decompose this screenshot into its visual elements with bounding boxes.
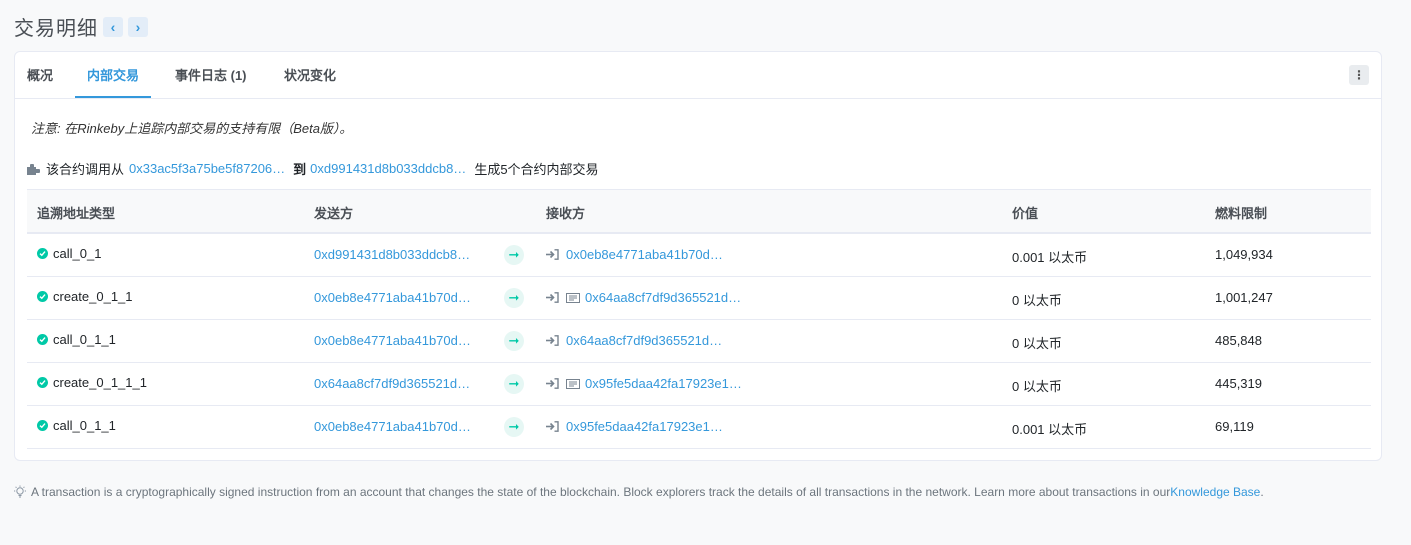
lightbulb-icon <box>14 485 26 498</box>
tab-event-logs[interactable]: 事件日志 (1) <box>175 65 247 97</box>
summary-from-link[interactable]: 0x33ac5f3a75be5f87206… <box>129 161 285 176</box>
value-cell: 0 以太币 <box>1012 293 1062 308</box>
footer-text: A transaction is a cryptographically sig… <box>31 485 1171 499</box>
from-address-link[interactable]: 0x64aa8cf7df9d365521d… <box>314 376 470 391</box>
to-cell: 0x64aa8cf7df9d365521d… <box>546 290 741 305</box>
from-address-link[interactable]: 0x0eb8e4771aba41b70d… <box>314 419 471 434</box>
puzzle-icon <box>27 163 40 175</box>
from-address-link[interactable]: 0x0eb8e4771aba41b70d… <box>314 333 471 348</box>
gas-limit-cell: 1,001,247 <box>1215 290 1273 305</box>
table-row: create_0_1_1_1 0x64aa8cf7df9d365521d… ➞ … <box>27 363 1371 406</box>
to-cell: 0x64aa8cf7df9d365521d… <box>546 333 722 348</box>
check-circle-icon <box>37 291 48 302</box>
summary-suffix: 生成5个合约内部交易 <box>474 162 599 177</box>
to-cell: 0x95fe5daa42fa17923e1… <box>546 419 723 434</box>
knowledge-base-link[interactable]: Knowledge Base <box>1170 485 1260 499</box>
header-from: 发送方 <box>314 206 354 221</box>
tab-bar: 概况 内部交易 事件日志 (1) 状况变化 ⋮ <box>15 52 1381 99</box>
table-row: create_0_1_1 0x0eb8e4771aba41b70d… ➞ 0x6… <box>27 277 1371 320</box>
arrow-right-icon: ➞ <box>504 331 524 351</box>
type-cell: call_0_1_1 <box>37 418 116 433</box>
type-cell: create_0_1_1_1 <box>37 375 147 390</box>
gas-limit-cell: 1,049,934 <box>1215 247 1273 262</box>
trace-type: create_0_1_1 <box>53 289 133 304</box>
check-circle-icon <box>37 377 48 388</box>
contract-icon <box>566 378 580 389</box>
tab-state-changes[interactable]: 状况变化 <box>284 65 336 97</box>
sign-in-icon <box>546 292 559 303</box>
to-address-link[interactable]: 0x64aa8cf7df9d365521d… <box>585 290 741 305</box>
contract-call-summary: 该合约调用从 0x33ac5f3a75be5f87206… 到 0xd99143… <box>27 159 599 178</box>
more-vertical-icon: ⋮ <box>1353 68 1365 82</box>
to-address-link[interactable]: 0x95fe5daa42fa17923e1… <box>585 376 742 391</box>
sign-in-icon <box>546 335 559 346</box>
header-gas-limit: 燃料限制 <box>1215 206 1268 221</box>
value-cell: 0.001 以太币 <box>1012 250 1088 265</box>
info-footer: A transaction is a cryptographically sig… <box>13 485 1264 499</box>
next-button[interactable]: › <box>128 16 148 37</box>
sign-in-icon <box>546 378 559 389</box>
tab-internal-txns[interactable]: 内部交易 <box>75 65 152 98</box>
chevron-right-icon: › <box>135 18 141 35</box>
value-cell: 0 以太币 <box>1012 336 1062 351</box>
type-cell: create_0_1_1 <box>37 289 133 304</box>
header-type: 追溯地址类型 <box>37 206 116 221</box>
transaction-card: 概况 内部交易 事件日志 (1) 状况变化 ⋮ 注意: 在Rinkeby上追踪内… <box>14 51 1382 461</box>
beta-note: 注意: 在Rinkeby上追踪内部交易的支持有限（Beta版）。 <box>31 121 353 136</box>
summary-to-link[interactable]: 0xd991431d8b033ddcb8… <box>310 161 466 176</box>
value-cell: 0.001 以太币 <box>1012 422 1088 437</box>
type-cell: call_0_1 <box>37 246 101 261</box>
table-row: call_0_1_1 0x0eb8e4771aba41b70d… ➞ 0x64a… <box>27 320 1371 363</box>
check-circle-icon <box>37 420 48 431</box>
to-address-link[interactable]: 0x0eb8e4771aba41b70d… <box>566 247 723 262</box>
contract-icon <box>566 292 580 303</box>
summary-prefix: 该合约调用从 <box>46 162 125 177</box>
to-cell: 0x95fe5daa42fa17923e1… <box>546 376 742 391</box>
trace-type: create_0_1_1_1 <box>53 375 147 390</box>
trace-type: call_0_1 <box>53 246 102 261</box>
sign-in-icon <box>546 249 559 260</box>
header-to: 接收方 <box>546 206 586 221</box>
chevron-left-icon: ‹ <box>110 18 116 35</box>
to-address-link[interactable]: 0x64aa8cf7df9d365521d… <box>566 333 722 348</box>
sign-in-icon <box>546 421 559 432</box>
from-address-link[interactable]: 0x0eb8e4771aba41b70d… <box>314 290 471 305</box>
gas-limit-cell: 445,319 <box>1215 376 1262 391</box>
table-row: call_0_1_1 0x0eb8e4771aba41b70d… ➞ 0x95f… <box>27 406 1371 449</box>
trace-type: call_0_1_1 <box>53 332 116 347</box>
to-address-link[interactable]: 0x95fe5daa42fa17923e1… <box>566 419 723 434</box>
internal-txns-table: 追溯地址类型 发送方 接收方 价值 燃料限制 call_0_1 0xd99143… <box>27 189 1371 449</box>
type-cell: call_0_1_1 <box>37 332 116 347</box>
arrow-right-icon: ➞ <box>504 417 524 437</box>
header-value: 价值 <box>1012 206 1039 221</box>
trace-type: call_0_1_1 <box>53 418 116 433</box>
arrow-right-icon: ➞ <box>504 374 524 394</box>
check-circle-icon <box>37 334 48 345</box>
table-header: 追溯地址类型 发送方 接收方 价值 燃料限制 <box>27 189 1371 234</box>
value-cell: 0 以太币 <box>1012 379 1062 394</box>
table-row: call_0_1 0xd991431d8b033ddcb8… ➞ 0x0eb8e… <box>27 234 1371 277</box>
to-cell: 0x0eb8e4771aba41b70d… <box>546 247 723 262</box>
gas-limit-cell: 69,119 <box>1215 419 1254 434</box>
footer-end: . <box>1260 485 1264 499</box>
arrow-right-icon: ➞ <box>504 288 524 308</box>
title-row: 交易明细 ‹ › <box>14 12 148 41</box>
check-circle-icon <box>37 248 48 259</box>
prev-button[interactable]: ‹ <box>103 16 123 37</box>
page-title: 交易明细 <box>14 18 98 40</box>
summary-to-label: 到 <box>293 162 307 177</box>
gas-limit-cell: 485,848 <box>1215 333 1262 348</box>
more-options-button[interactable]: ⋮ <box>1349 65 1369 85</box>
arrow-right-icon: ➞ <box>504 245 524 265</box>
from-address-link[interactable]: 0xd991431d8b033ddcb8… <box>314 247 470 262</box>
tab-overview[interactable]: 概况 <box>27 65 53 97</box>
